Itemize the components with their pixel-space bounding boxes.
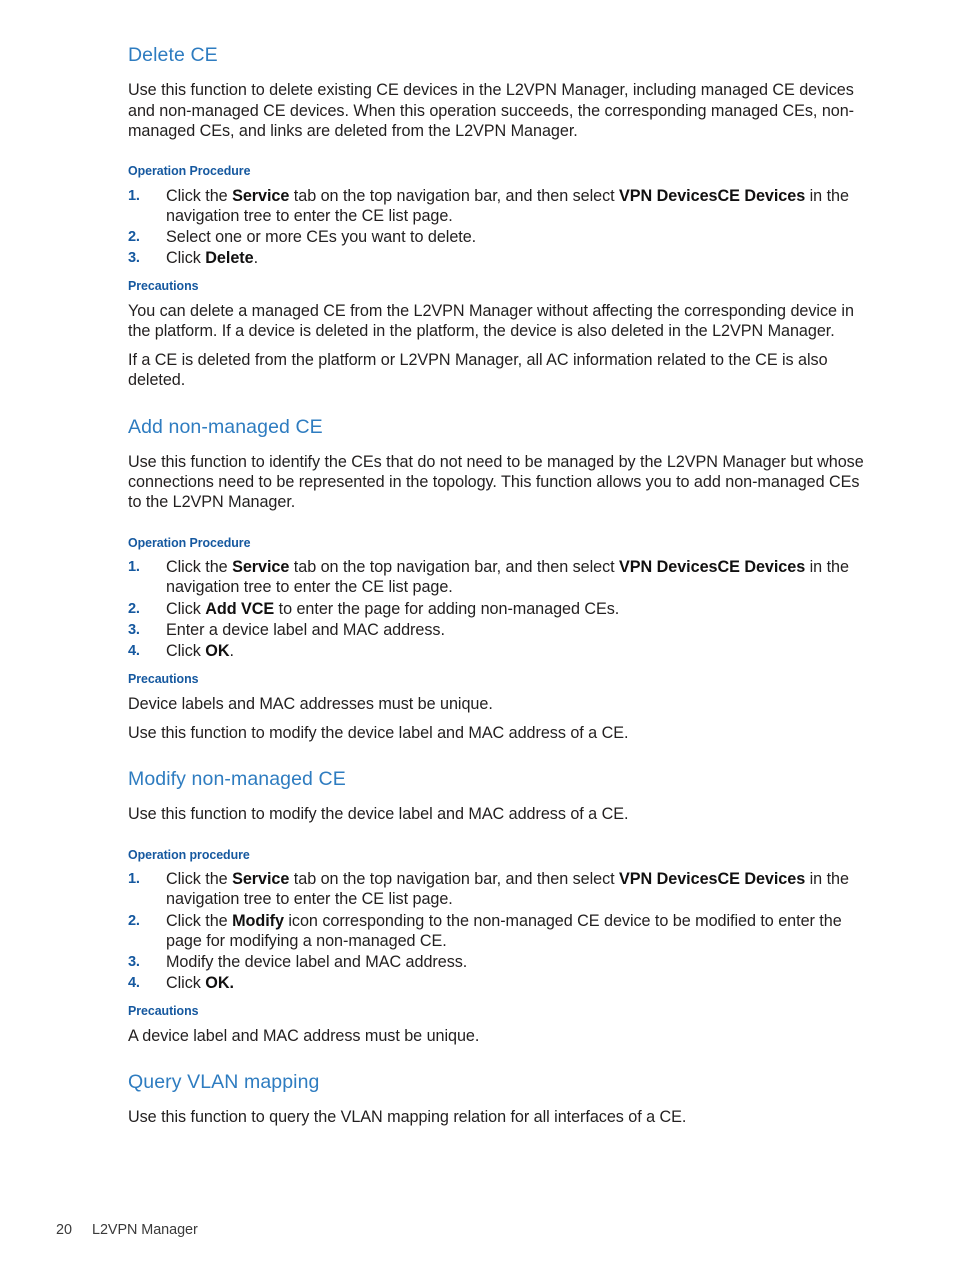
section-heading: Add non-managed CE (128, 415, 323, 438)
section-modify-non-managed-ce: Modify non-managed CE Use this function … (128, 768, 872, 1046)
precautions-heading: Precautions (128, 671, 199, 687)
list-item-text: Select one or more CEs you want to delet… (166, 227, 477, 246)
section-query-vlan-mapping: Query VLAN mapping Use this function to … (128, 1071, 872, 1128)
list-item-text: Click the Service tab on the top navigat… (166, 558, 849, 597)
operation-procedure-list: 1. Click the Service tab on the top navi… (128, 557, 872, 661)
precautions-paragraph: Device labels and MAC addresses must be … (128, 694, 493, 713)
list-item: 3. Enter a device label and MAC address. (128, 620, 872, 640)
operation-procedure-heading: Operation procedure (128, 846, 250, 862)
list-item-number: 2. (128, 228, 140, 245)
list-item: 4. Click OK. (128, 973, 872, 993)
list-item-text: Click the Modify icon corresponding to t… (166, 911, 842, 950)
list-item-text: Click the Service tab on the top navigat… (166, 870, 849, 909)
operation-procedure-list: 1. Click the Service tab on the top navi… (128, 869, 872, 993)
precautions-paragraph: Use this function to modify the device l… (128, 723, 629, 742)
list-item: 2. Click the Modify icon corresponding t… (128, 911, 872, 951)
operation-procedure-list: 1. Click the Service tab on the top navi… (128, 186, 872, 269)
section-heading: Query VLAN mapping (128, 1071, 320, 1094)
list-item-number: 1. (128, 187, 140, 204)
page-footer: 20 L2VPN Manager (56, 1222, 856, 1238)
list-item: 2. Select one or more CEs you want to de… (128, 227, 872, 247)
section-add-non-managed-ce: Add non-managed CE Use this function to … (128, 416, 872, 743)
list-item: 4. Click OK. (128, 641, 872, 661)
list-item-number: 4. (128, 975, 140, 992)
footer-document-title: L2VPN Manager (92, 1222, 198, 1238)
precautions-heading: Precautions (128, 278, 199, 294)
section-intro-paragraph: Use this function to query the VLAN mapp… (128, 1108, 687, 1127)
section-intro-paragraph: Use this function to identify the CEs th… (128, 453, 864, 512)
operation-procedure-heading: Operation Procedure (128, 534, 251, 550)
section-heading: Delete CE (128, 44, 218, 66)
list-item-number: 4. (128, 642, 140, 659)
list-item-text: Click OK. (166, 641, 234, 660)
list-item: 2. Click Add VCE to enter the page for a… (128, 599, 872, 619)
list-item-number: 2. (128, 912, 140, 929)
precautions-paragraph: You can delete a managed CE from the L2V… (128, 301, 854, 341)
list-item-text: Click Delete. (166, 249, 259, 268)
list-item-text: Click the Service tab on the top navigat… (166, 186, 849, 225)
list-item: 1. Click the Service tab on the top navi… (128, 186, 872, 226)
section-delete-ce: Delete CE Use this function to delete ex… (128, 44, 872, 391)
section-intro-paragraph: Use this function to modify the device l… (128, 805, 629, 824)
footer-page-number: 20 (56, 1222, 72, 1238)
precautions-heading: Precautions (128, 1003, 199, 1019)
section-intro-paragraph: Use this function to delete existing CE … (128, 81, 855, 140)
list-item-number: 1. (128, 871, 140, 888)
operation-procedure-heading: Operation Procedure (128, 163, 251, 178)
list-item-text: Enter a device label and MAC address. (166, 620, 445, 639)
list-item: 3. Click Delete. (128, 248, 872, 268)
list-item-number: 3. (128, 621, 140, 638)
list-item-number: 3. (128, 953, 140, 970)
list-item-number: 1. (128, 559, 140, 576)
list-item-text: Click Add VCE to enter the page for addi… (166, 599, 620, 618)
precautions-paragraph: If a CE is deleted from the platform or … (128, 351, 828, 390)
list-item: 3. Modify the device label and MAC addre… (128, 952, 872, 972)
list-item-text: Modify the device label and MAC address. (166, 952, 468, 971)
list-item-text: Click OK. (166, 974, 234, 993)
list-item-number: 2. (128, 600, 140, 617)
list-item-number: 3. (128, 250, 140, 267)
precautions-paragraph: A device label and MAC address must be u… (128, 1026, 480, 1045)
page-content: Delete CE Use this function to delete ex… (128, 44, 872, 1128)
list-item: 1. Click the Service tab on the top navi… (128, 869, 872, 909)
section-heading: Modify non-managed CE (128, 768, 346, 791)
list-item: 1. Click the Service tab on the top navi… (128, 557, 872, 597)
document-page: Delete CE Use this function to delete ex… (0, 0, 954, 1271)
